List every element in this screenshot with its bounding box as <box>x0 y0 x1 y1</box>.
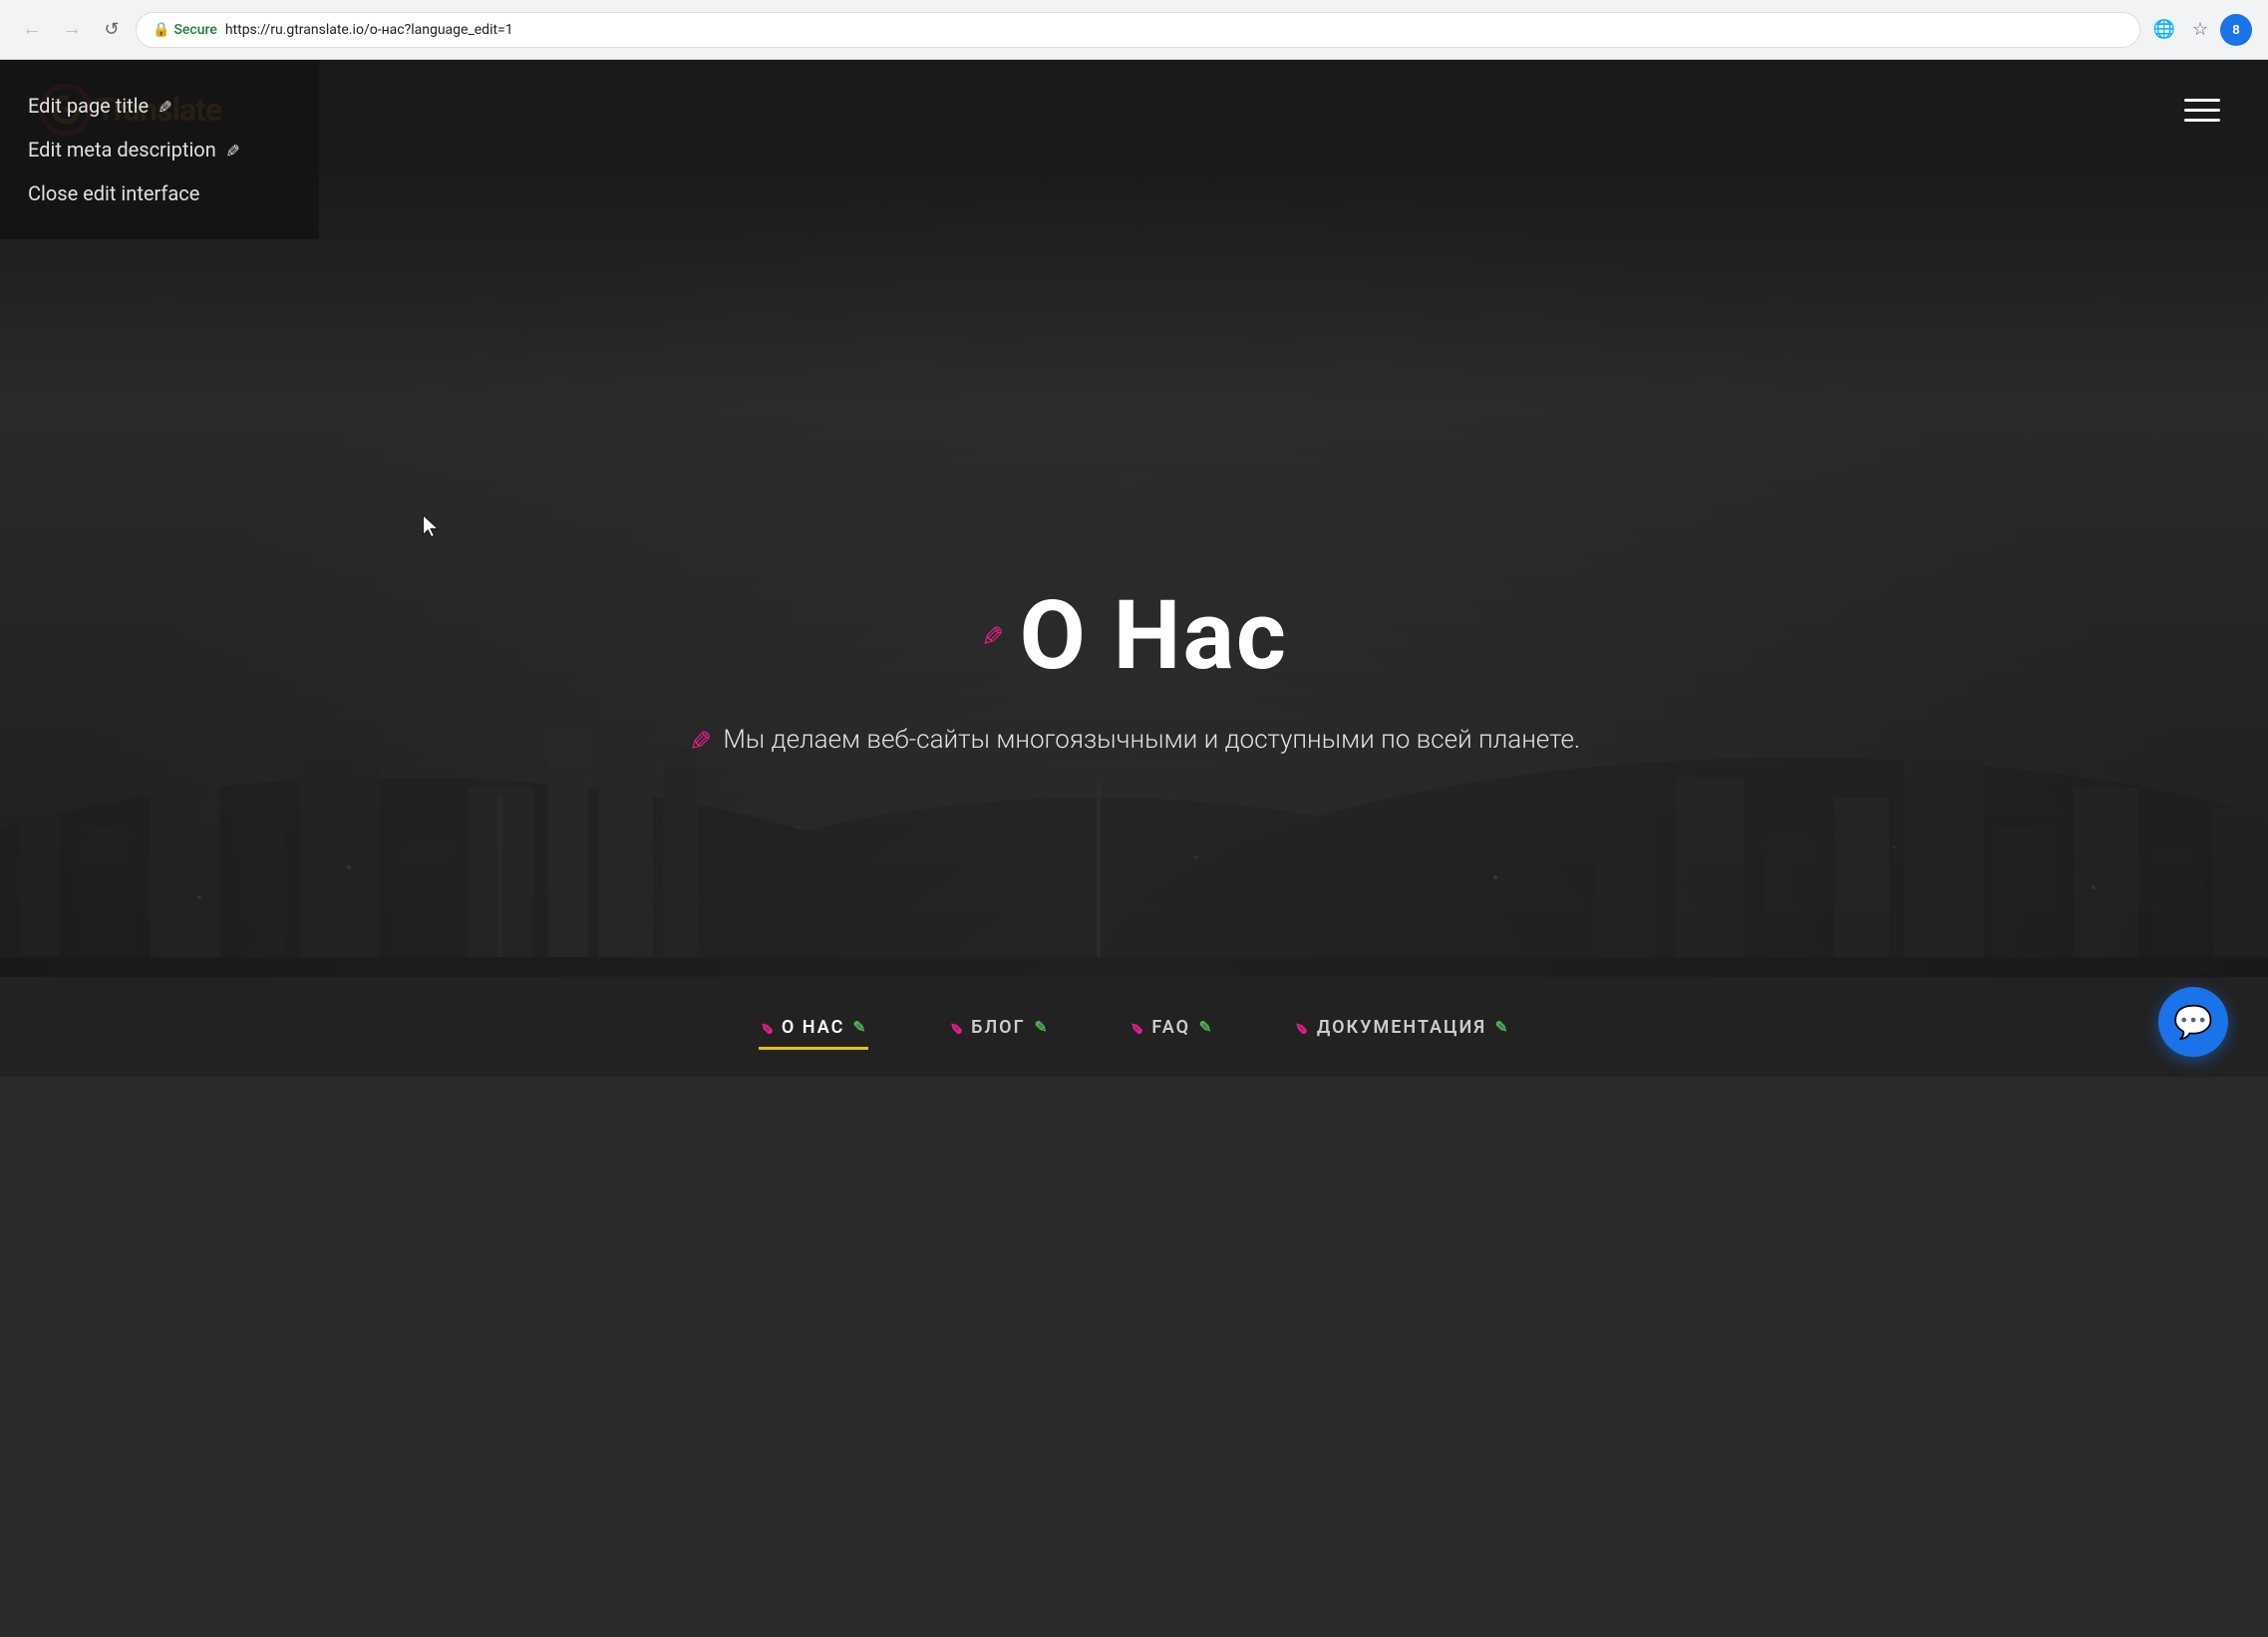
hero-title-container: ✏ О Нас <box>980 580 1288 692</box>
page-wrapper: Translate Edit page title ✏ Edit meta de… <box>0 60 2268 1077</box>
site-navigation: ✏ О НАС ✏ ✏ БЛОГ ✏ ✏ FAQ ✏ ✏ ДОКУМЕНТАЦИ… <box>0 977 2268 1077</box>
edit-meta-description-item[interactable]: Edit meta description ✏ <box>28 128 291 171</box>
hero-title-edit-icon: ✏ <box>972 616 1012 656</box>
refresh-button[interactable]: ↺ <box>96 14 128 46</box>
back-button[interactable]: ← <box>16 14 48 46</box>
edit-title-icon: ✏ <box>152 93 177 119</box>
nav-about-label: О НАС <box>782 1017 844 1038</box>
nav-item-faq[interactable]: ✏ FAQ ✏ <box>1129 1009 1213 1046</box>
translate-button[interactable]: 🌐 <box>2148 14 2180 46</box>
hero-subtitle: Мы делаем веб-сайты многоязычными и дост… <box>723 725 1580 755</box>
secure-badge: 🔒 Secure <box>153 22 217 38</box>
nav-blog-right-icon: ✏ <box>1029 1015 1053 1039</box>
close-edit-label: Close edit interface <box>28 181 199 205</box>
url-text[interactable]: https://ru.gtranslate.io/о-нас?language_… <box>225 22 2123 38</box>
edit-meta-label: Edit meta description <box>28 138 216 162</box>
nav-about-left-icon: ✏ <box>754 1015 778 1039</box>
chat-icon: 💬 <box>2173 1003 2213 1041</box>
profile-button[interactable]: 8 <box>2220 14 2252 46</box>
secure-label: Secure <box>173 22 216 38</box>
hamburger-line-3 <box>2184 119 2220 122</box>
hero-title: О Нас <box>1020 580 1288 692</box>
close-edit-interface-item[interactable]: Close edit interface <box>28 171 291 215</box>
edit-title-label: Edit page title <box>28 94 149 118</box>
address-bar: 🔒 Secure https://ru.gtranslate.io/о-нас?… <box>136 12 2140 48</box>
browser-chrome: ← → ↺ 🔒 Secure https://ru.gtranslate.io/… <box>0 0 2268 60</box>
edit-panel: Edit page title ✏ Edit meta description … <box>0 60 319 239</box>
nav-item-docs[interactable]: ✏ ДОКУМЕНТАЦИЯ ✏ <box>1293 1009 1509 1046</box>
hero-subtitle-container: ✏ Мы делаем веб-сайты многоязычными и до… <box>688 724 1580 757</box>
forward-button[interactable]: → <box>56 14 88 46</box>
hamburger-line-1 <box>2184 99 2220 102</box>
hamburger-button[interactable] <box>2176 91 2228 130</box>
lock-icon: 🔒 <box>153 22 169 38</box>
nav-docs-label: ДОКУМЕНТАЦИЯ <box>1317 1017 1486 1038</box>
nav-item-about[interactable]: ✏ О НАС ✏ <box>759 1009 868 1046</box>
edit-meta-icon: ✏ <box>219 137 245 163</box>
nav-blog-label: БЛОГ <box>971 1017 1025 1038</box>
site-header: Translate <box>0 60 2268 160</box>
bookmark-button[interactable]: ☆ <box>2184 14 2216 46</box>
nav-faq-label: FAQ <box>1151 1017 1190 1038</box>
edit-page-title-item[interactable]: Edit page title ✏ <box>28 84 291 128</box>
nav-docs-right-icon: ✏ <box>1490 1015 1514 1039</box>
hero-content: ✏ О Нас ✏ Мы делаем веб-сайты многоязычн… <box>688 580 1580 757</box>
hamburger-line-2 <box>2184 109 2220 112</box>
nav-blog-left-icon: ✏ <box>943 1015 967 1039</box>
browser-actions: 🌐 ☆ 8 <box>2148 14 2252 46</box>
nav-faq-right-icon: ✏ <box>1194 1015 1218 1039</box>
hero-section: ✏ О Нас ✏ Мы делаем веб-сайты многоязычн… <box>0 160 2268 977</box>
nav-faq-left-icon: ✏ <box>1125 1015 1148 1039</box>
chat-button[interactable]: 💬 <box>2158 987 2228 1057</box>
nav-docs-left-icon: ✏ <box>1289 1015 1313 1039</box>
nav-item-blog[interactable]: ✏ БЛОГ ✏ <box>948 1009 1049 1046</box>
nav-about-right-icon: ✏ <box>848 1015 872 1039</box>
